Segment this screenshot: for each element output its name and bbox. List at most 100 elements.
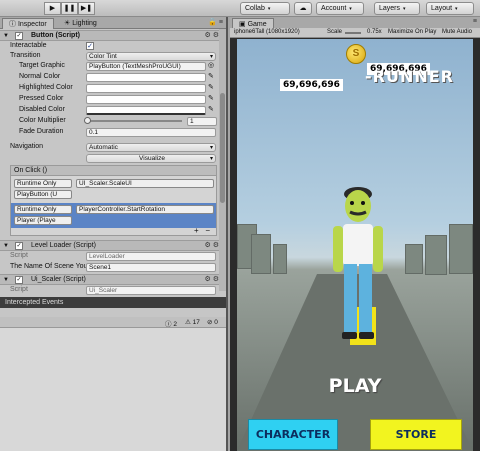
target-object-field[interactable]: Player (Playe bbox=[14, 216, 72, 225]
play-button[interactable]: PLAY bbox=[237, 375, 473, 397]
transition-dropdown[interactable]: Color Tint bbox=[86, 51, 216, 61]
collapse-arrow-icon[interactable]: ▼ bbox=[3, 241, 9, 251]
slider-handle[interactable] bbox=[84, 117, 91, 124]
scene-name-row: The Name Of Scene You Scene1 bbox=[0, 262, 218, 272]
inspector-scrollbar[interactable] bbox=[219, 29, 226, 291]
tab-lighting[interactable]: ☀ Lighting bbox=[58, 18, 103, 29]
game-view-options-bar: iphone6Tall (1080x1920) Scale 0.75x Maxi… bbox=[230, 28, 480, 38]
info-count[interactable]: ⓘ 2 bbox=[165, 318, 177, 328]
object-picker-icon[interactable]: ◎ bbox=[208, 61, 214, 71]
eyedropper-icon[interactable]: ✎ bbox=[208, 94, 214, 104]
onclick-header: On Click () bbox=[11, 166, 216, 176]
resolution-dropdown[interactable]: iphone6Tall (1080x1920) bbox=[234, 28, 300, 37]
collab-button[interactable]: Collab ▾ bbox=[240, 2, 290, 15]
interactable-label: Interactable bbox=[10, 42, 47, 49]
component-enabled-checkbox[interactable]: ✓ bbox=[15, 242, 23, 250]
normal-color-swatch[interactable] bbox=[86, 72, 206, 82]
main-toolbar: ▶ ❚❚ ▶❚ Collab ▾ ☁ Account ▾ Layers ▾ Layou… bbox=[0, 0, 480, 17]
intercepted-events-bar[interactable]: Intercepted Events bbox=[0, 297, 226, 308]
add-remove-controls: + − bbox=[194, 226, 210, 235]
script-row: Script Ui_Scaler bbox=[0, 285, 218, 295]
highlighted-color-swatch[interactable] bbox=[86, 83, 206, 93]
normal-color-label: Normal Color bbox=[19, 73, 61, 80]
eyedropper-icon[interactable]: ✎ bbox=[208, 83, 214, 93]
maximize-on-play-toggle[interactable]: Maximize On Play bbox=[388, 28, 436, 37]
runtime-mode-dropdown[interactable]: Runtime Only bbox=[14, 205, 72, 214]
fade-duration-row: Fade Duration 0.1 bbox=[0, 127, 218, 137]
component-enabled-checkbox[interactable]: ✓ bbox=[15, 32, 23, 40]
eyedropper-icon[interactable]: ✎ bbox=[208, 72, 214, 82]
interactable-checkbox[interactable]: ✓ bbox=[86, 42, 94, 50]
event-entry[interactable]: Runtime Only UI_Scaler.ScaleUI PlayButto… bbox=[11, 177, 216, 202]
tab-inspector[interactable]: ⓘ Inspector bbox=[2, 18, 54, 29]
panel-menu-icon[interactable]: 🔒 ≡ bbox=[208, 18, 223, 26]
scrollbar-thumb[interactable] bbox=[220, 93, 225, 203]
function-dropdown[interactable]: PlayerController.StartRotation bbox=[76, 205, 214, 214]
play-button[interactable]: ▶ bbox=[44, 2, 61, 15]
script-label: Script bbox=[10, 252, 28, 259]
disabled-color-swatch[interactable] bbox=[86, 105, 206, 115]
step-button[interactable]: ▶❚ bbox=[78, 2, 95, 15]
pressed-color-row: Pressed Color ✎ bbox=[0, 94, 218, 104]
event-entry-selected[interactable]: Runtime Only PlayerController.StartRotat… bbox=[11, 203, 216, 228]
highlighted-color-row: Highlighted Color ✎ bbox=[0, 83, 218, 93]
collapse-arrow-icon[interactable]: ▼ bbox=[3, 31, 9, 41]
player-character bbox=[333, 187, 383, 339]
add-event-button[interactable]: + bbox=[194, 226, 199, 235]
character-button[interactable]: CHARACTER bbox=[248, 419, 338, 450]
script-label: Script bbox=[10, 286, 28, 293]
layers-dropdown[interactable]: Layers ▾ bbox=[374, 2, 420, 15]
scene-name-field[interactable]: Scene1 bbox=[86, 262, 216, 272]
color-multiplier-field[interactable]: 1 bbox=[187, 116, 217, 126]
script-field: LevelLoader bbox=[86, 251, 216, 261]
component-settings-icon[interactable]: ⚙ ⚙ bbox=[205, 275, 220, 285]
visualize-button[interactable]: Visualize bbox=[86, 153, 216, 163]
scale-slider[interactable] bbox=[345, 32, 361, 34]
ui-scaler-header[interactable]: ▼ ✓ Ui_Scaler (Script) ⚙ ⚙ bbox=[0, 274, 222, 285]
component-settings-icon[interactable]: ⚙ ⚙ bbox=[205, 241, 220, 251]
layout-dropdown[interactable]: Layout ▾ bbox=[426, 2, 474, 15]
console-log-area[interactable] bbox=[0, 328, 226, 451]
account-dropdown[interactable]: Account ▾ bbox=[316, 2, 364, 15]
mute-audio-toggle[interactable]: Mute Audio bbox=[442, 28, 472, 37]
coin-icon: S bbox=[346, 44, 366, 64]
component-enabled-checkbox[interactable]: ✓ bbox=[15, 276, 23, 284]
store-button[interactable]: STORE bbox=[370, 419, 462, 450]
visualize-row: Visualize bbox=[0, 153, 218, 163]
disabled-color-label: Disabled Color bbox=[19, 106, 65, 113]
component-title: Ui_Scaler (Script) bbox=[31, 276, 86, 283]
color-multiplier-row: Color Multiplier 1 bbox=[0, 116, 218, 126]
runtime-mode-dropdown[interactable]: Runtime Only bbox=[14, 179, 72, 188]
disabled-color-row: Disabled Color ✎ bbox=[0, 105, 218, 115]
color-multiplier-slider[interactable] bbox=[86, 120, 182, 122]
collapse-arrow-icon[interactable]: ▼ bbox=[3, 275, 9, 285]
panel-menu-icon[interactable]: ≡ bbox=[473, 18, 477, 25]
game-title-text: -RUNNER bbox=[365, 67, 454, 86]
function-dropdown[interactable]: UI_Scaler.ScaleUI bbox=[76, 179, 214, 188]
target-graphic-field[interactable]: PlayButton (TextMeshProUGUI) bbox=[86, 61, 206, 71]
target-graphic-label: Target Graphic bbox=[19, 62, 65, 69]
component-title: Button (Script) bbox=[31, 32, 80, 39]
game-scene[interactable]: 69,696,696 S 69,696,696 -RUNNER PLAY CHA… bbox=[237, 39, 473, 451]
eyedropper-icon[interactable]: ✎ bbox=[208, 105, 214, 115]
account-label: Account bbox=[321, 5, 347, 12]
warning-count[interactable]: ⚠ 17 bbox=[185, 318, 200, 326]
intercepted-events-title: Intercepted Events bbox=[5, 299, 64, 306]
pause-button[interactable]: ❚❚ bbox=[61, 2, 78, 15]
target-object-field[interactable]: PlayButton (U bbox=[14, 190, 72, 199]
game-tab-row: ▣ Game ≡ bbox=[230, 17, 480, 29]
remove-event-button[interactable]: − bbox=[205, 226, 210, 235]
component-title: Level Loader (Script) bbox=[31, 242, 96, 249]
fade-duration-label: Fade Duration bbox=[19, 128, 64, 135]
inspector-tab-row: ⓘ Inspector ☀ Lighting 🔒 ≡ bbox=[0, 17, 226, 29]
navigation-dropdown[interactable]: Automatic bbox=[86, 142, 216, 152]
level-loader-header[interactable]: ▼ ✓ Level Loader (Script) ⚙ ⚙ bbox=[0, 240, 222, 251]
component-settings-icon[interactable]: ⚙ ⚙ bbox=[205, 31, 220, 41]
color-multiplier-label: Color Multiplier bbox=[19, 117, 66, 124]
cloud-icon[interactable]: ☁ bbox=[294, 2, 312, 15]
script-row: Script LevelLoader bbox=[0, 251, 218, 261]
pressed-color-swatch[interactable] bbox=[86, 94, 206, 104]
fade-duration-field[interactable]: 0.1 bbox=[86, 127, 216, 137]
button-component-header[interactable]: ▼ ✓ Button (Script) ⚙ ⚙ bbox=[0, 30, 222, 41]
error-count[interactable]: ⊘ 0 bbox=[207, 318, 218, 326]
